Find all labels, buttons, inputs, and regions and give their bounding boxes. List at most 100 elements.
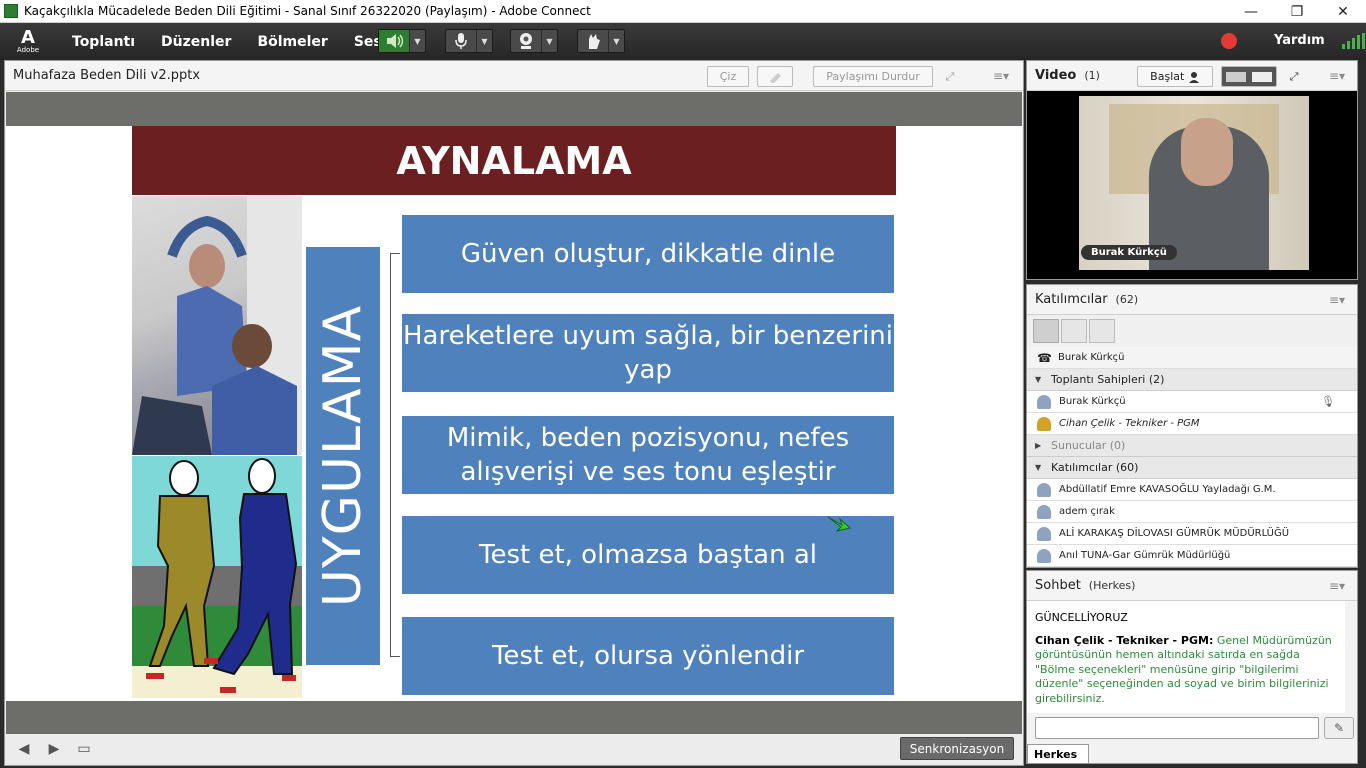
chat-pod-header: Sohbet (Herkes) ≡▾ <box>1027 571 1357 601</box>
video-pod: Video (1) Başlat ⤢ ≡▾ Burak Kürkçü <box>1026 60 1358 280</box>
list-item[interactable]: ALİ KARAKAŞ DİLOVASI GÜMRÜK MÜDÜRLÜĞÜ <box>1027 523 1357 545</box>
chevron-down-icon[interactable]: ▼ <box>409 30 425 52</box>
speaker-icon[interactable] <box>379 30 409 52</box>
microphone-icon[interactable] <box>446 30 476 52</box>
fullscreen-icon[interactable]: ⤢ <box>939 66 961 87</box>
attendees-pod-header: Katılımcılar (62) ≡▾ <box>1027 285 1357 315</box>
collapse-icon: ▶ <box>1035 441 1042 450</box>
user-icon <box>1037 482 1051 497</box>
fullscreen-icon[interactable]: ⤢ <box>1283 66 1305 87</box>
user-icon <box>1037 394 1051 409</box>
raise-hand-control[interactable]: ▼ <box>577 29 625 53</box>
signal-strength-icon <box>1342 33 1365 49</box>
presenter-name-label: Burak Kürkçü <box>1081 245 1177 260</box>
participants-group-header[interactable]: ▼ Katılımcılar (60) <box>1027 457 1357 479</box>
share-bottom-strip <box>6 701 1022 734</box>
sidebar-toggle-icon[interactable]: ▭ <box>72 737 96 761</box>
expand-icon: ▼ <box>1035 375 1042 384</box>
uygulama-label: UYGULAMA <box>304 245 382 667</box>
pod-options-icon[interactable]: ≡▾ <box>1329 579 1345 593</box>
presenter-video-feed <box>1079 96 1309 270</box>
current-user-row[interactable]: ☎ Burak Kürkçü <box>1027 347 1357 369</box>
main-menubar: A Adobe Toplantı Düzenler Bölmeler Ses ▼ … <box>0 23 1366 60</box>
chat-tab-herkes[interactable]: Herkes <box>1027 744 1089 764</box>
slide-box-3: Mimik, beden pozisyonu, nefes alışverişi… <box>402 416 894 494</box>
user-icon <box>1037 504 1051 519</box>
list-view-icon[interactable] <box>1033 319 1059 343</box>
start-webcam-button[interactable]: Başlat <box>1137 66 1213 87</box>
chat-messages: GÜNCELLİYORUZ Cihan Çelik - Tekniker - P… <box>1027 601 1345 713</box>
slide-title: AYNALAMA <box>132 126 896 195</box>
slide-box-1: Güven oluştur, dikkatle dinle <box>402 215 894 293</box>
video-count: (1) <box>1084 69 1100 82</box>
help-menu[interactable]: Yardım <box>1274 33 1325 48</box>
pod-options-icon[interactable]: ≡▾ <box>993 69 1009 83</box>
chat-pod: Sohbet (Herkes) ≡▾ GÜNCELLİYORUZ Cihan Ç… <box>1026 570 1358 764</box>
record-icon[interactable] <box>1221 33 1237 49</box>
restore-button[interactable]: ❐ <box>1274 0 1320 23</box>
speaker-control[interactable]: ▼ <box>378 29 426 53</box>
webcam-control[interactable]: ▼ <box>510 29 558 53</box>
adobe-logo: A Adobe <box>16 26 40 54</box>
pod-options-icon[interactable]: ≡▾ <box>1329 293 1345 307</box>
webcam-icon[interactable] <box>511 30 541 52</box>
chevron-down-icon[interactable]: ▼ <box>476 30 492 52</box>
window-title: Kaçakçılıkla Mücadelede Beden Dili Eğiti… <box>24 4 591 18</box>
stop-sharing-button[interactable]: Paylaşımı Durdur <box>813 66 933 87</box>
list-item[interactable]: Abdüllatif Emre KAVASOĞLU Yayladağı G.M. <box>1027 479 1357 501</box>
close-button[interactable]: ✕ <box>1320 0 1366 23</box>
video-stage: Burak Kürkçü <box>1027 91 1357 279</box>
share-pod-header: Muhafaza Beden Dili v2.pptx Çiz Paylaşım… <box>5 61 1023 91</box>
hosts-group-header[interactable]: ▼ Toplantı Sahipleri (2) <box>1027 369 1357 391</box>
minimize-button[interactable]: — <box>1228 0 1274 23</box>
share-pod-title: Muhafaza Beden Dili v2.pptx <box>13 68 201 83</box>
video-layout-toggle[interactable] <box>1221 66 1277 87</box>
mirroring-illustration <box>132 456 302 698</box>
microphone-control[interactable]: ▼ <box>445 29 493 53</box>
chat-scope: (Herkes) <box>1088 579 1136 592</box>
chevron-down-icon[interactable]: ▼ <box>608 30 624 52</box>
slide-box-5: Test et, olursa yönlendir <box>402 617 894 695</box>
window-titlebar: Kaçakçılıkla Mücadelede Beden Dili Eğiti… <box>0 0 1366 23</box>
video-pod-title: Video <box>1035 68 1077 83</box>
shared-slide-area: AYNALAMA UYGULAMA Güven oluştur, dikkatl… <box>6 92 1022 701</box>
chevron-down-icon[interactable]: ▼ <box>541 30 557 52</box>
draw-button[interactable]: Çiz <box>707 66 749 87</box>
user-icon <box>1037 416 1051 431</box>
microphone-icon: 🎙 <box>1321 395 1335 408</box>
chat-sender: Cihan Çelik - Tekniker - PGM: <box>1035 633 1214 647</box>
user-icon <box>1037 526 1051 541</box>
previous-slide-icon[interactable]: ◀ <box>12 737 36 761</box>
list-item[interactable]: Cihan Çelik - Tekniker - PGM <box>1027 413 1357 435</box>
list-item[interactable]: Burak Kürkçü 🎙 <box>1027 391 1357 413</box>
send-message-icon[interactable]: ✎ <box>1324 717 1354 739</box>
presentation-slide: AYNALAMA UYGULAMA Güven oluştur, dikkatl… <box>132 126 896 698</box>
attendees-pod: Katılımcılar (62) ≡▾ ☎ Burak Kürkçü ▼ Top… <box>1026 284 1358 568</box>
chat-input[interactable] <box>1035 717 1319 739</box>
presenters-group-header[interactable]: ▶ Sunucular (0) <box>1027 435 1357 457</box>
pointer-arrow-icon <box>827 516 852 532</box>
raise-hand-icon[interactable] <box>578 30 608 52</box>
chat-message: GÜNCELLİYORUZ <box>1035 611 1128 624</box>
breakout-view-icon[interactable] <box>1061 319 1087 343</box>
chat-message: Cihan Çelik - Tekniker - PGM: Genel Müdü… <box>1035 634 1337 707</box>
slide-box-2: Hareketlere uyum sağla, bir benzerini ya… <box>402 314 894 392</box>
expand-icon: ▼ <box>1035 463 1042 472</box>
slide-box-4: Test et, olmazsa baştan al <box>402 516 894 594</box>
sync-button[interactable]: Senkronizasyon <box>900 737 1014 760</box>
phone-icon: ☎ <box>1037 350 1052 365</box>
chat-pod-title: Sohbet <box>1035 578 1081 593</box>
app-icon <box>4 4 18 18</box>
menu-toplanti[interactable]: Toplantı <box>68 34 139 50</box>
list-item[interactable]: adem çırak <box>1027 501 1357 523</box>
menu-bolmeler[interactable]: Bölmeler <box>253 34 331 50</box>
status-view-icon[interactable] <box>1089 319 1115 343</box>
attendees-pod-title: Katılımcılar <box>1035 292 1108 307</box>
list-item[interactable]: Anıl TUNA-Gar Gümrük Müdürlüğü <box>1027 545 1357 567</box>
menu-duzenler[interactable]: Düzenler <box>157 34 235 50</box>
pod-options-icon[interactable]: ≡▾ <box>1329 69 1345 83</box>
next-slide-icon[interactable]: ▶ <box>42 737 66 761</box>
pointer-tool-button[interactable] <box>757 66 793 87</box>
video-pod-header: Video (1) Başlat ⤢ ≡▾ <box>1027 61 1357 91</box>
connector-bracket <box>390 253 400 657</box>
